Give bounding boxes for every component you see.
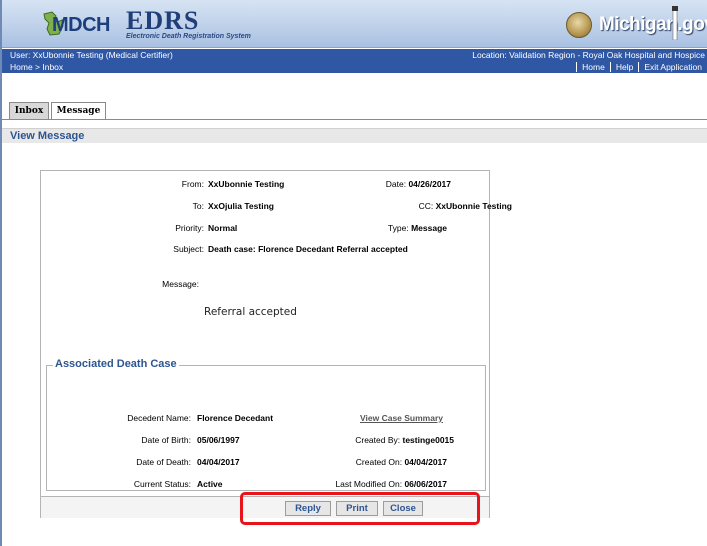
decedent-name-value: Florence Decedant [197,413,274,423]
to-label: To: [192,201,204,211]
date-label: Date: [385,179,407,189]
status-label: Current Status: [133,479,191,489]
status-value: Active [197,479,223,489]
priority-value: Normal [208,223,238,233]
left-frame-rule [0,0,2,546]
dob-label: Date of Birth: [141,435,191,445]
agency-logo: MDCH [52,14,111,36]
associated-death-case: Associated Death Case Decedent Name: Flo… [46,358,486,491]
dod-value: 04/04/2017 [197,457,240,467]
exit-application-link[interactable]: Exit Application [638,62,707,72]
system-subtitle: Electronic Death Registration System [126,33,251,40]
current-location: Location: Validation Region - Royal Oak … [472,50,705,60]
case-legend: Associated Death Case [53,358,179,370]
type-field: Type: Message [388,223,447,233]
app-banner: MDCH EDRS Electronic Death Registration … [2,0,707,48]
message-panel: From: XxUbonnie Testing To: XxOjulia Tes… [40,170,512,518]
lighthouse-icon [672,6,678,40]
from-label: From: [181,179,204,189]
message-body: Referral accepted [204,306,297,318]
current-user: User: XxUbonnie Testing (Medical Certifi… [10,50,173,60]
action-buttons-highlight [240,492,480,525]
subject-value: Death case: Florence Decedant Referral a… [208,244,408,254]
from-value: XxUbonnie Testing [208,179,285,189]
type-value: Message [411,223,447,233]
view-case-summary-link[interactable]: View Case Summary [360,413,443,423]
cc-label: CC: [418,201,434,211]
cc-field: CC: XxUbonnie Testing [419,201,512,211]
tab-divider [2,119,707,120]
last-modified-value: 06/06/2017 [404,479,447,489]
michigan-gov-logo: Michigan.gov [599,14,707,35]
state-seal-icon [566,12,592,38]
type-label: Type: [387,223,409,233]
last-modified-label: Last Modified On: [335,479,403,489]
date-field: Date: 04/26/2017 [386,179,451,189]
page-title: View Message [2,128,707,143]
message-label: Message: [162,279,199,289]
home-link[interactable]: Home [576,62,610,72]
created-on-label: Created On: [355,457,403,467]
user-info-bar: User: XxUbonnie Testing (Medical Certifi… [2,49,707,62]
created-by-value: testinge0015 [402,435,455,445]
priority-label: Priority: [175,223,204,233]
dob-value: 05/06/1997 [197,435,240,445]
subject-label: Subject: [173,244,204,254]
nav-bar: Home > Inbox Home Help Exit Application [2,62,707,73]
created-on-value: 04/04/2017 [404,457,447,467]
tab-inbox[interactable]: Inbox [9,102,49,120]
last-modified-field: Last Modified On: 06/06/2017 [335,479,447,489]
decedent-name-label: Decedent Name: [127,413,191,423]
dod-label: Date of Death: [136,457,191,467]
to-value: XxOjulia Testing [208,201,274,211]
created-by-field: Created By: testinge0015 [355,435,454,445]
breadcrumb: Home > Inbox [10,62,64,72]
system-name: EDRS [126,6,200,35]
created-on-field: Created On: 04/04/2017 [356,457,447,467]
header-links: Home Help Exit Application [576,62,707,72]
tab-message[interactable]: Message [51,102,106,120]
date-value: 04/26/2017 [408,179,451,189]
cc-value: XxUbonnie Testing [435,201,512,211]
created-by-label: Created By: [355,435,401,445]
help-link[interactable]: Help [609,62,638,72]
